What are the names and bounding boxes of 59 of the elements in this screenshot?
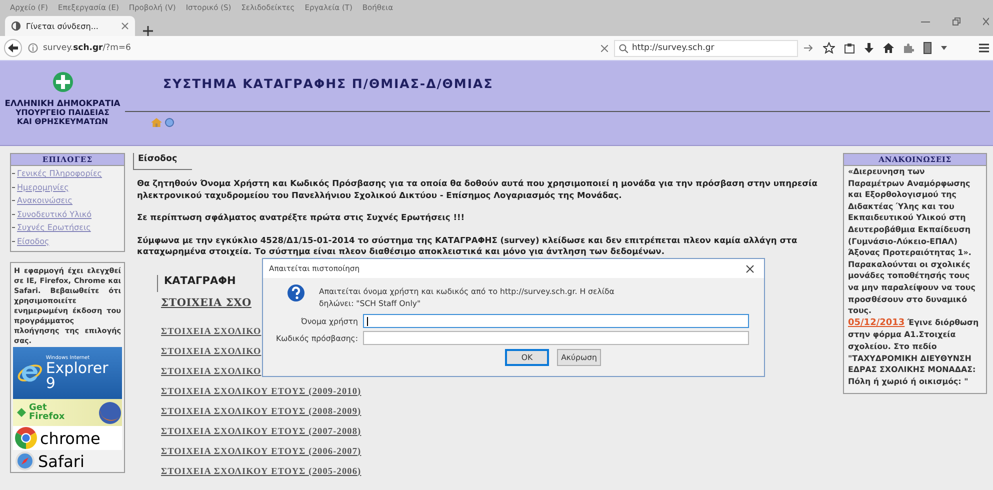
question-icon [287, 284, 305, 302]
clear-icon[interactable] [601, 44, 608, 52]
arrow-right-icon[interactable] [804, 44, 813, 52]
section-link[interactable]: ΣΤΟΙΧΕΙΑ ΣΧΟ [161, 296, 252, 308]
banner-text: Get [29, 404, 47, 412]
info-paragraph: Σε περίπτωση σφάλματος ανατρέξτε πρώτα στις Συχνές Ερωτήσεις !!! [137, 212, 466, 224]
back-icon[interactable] [4, 39, 22, 57]
globe-logo-icon [98, 400, 122, 424]
search-value: http://survey.sch.gr [632, 43, 716, 53]
info-paragraph: Θα ζητηθούν Όνομα Χρήστη και Κωδικός Πρόσβασης για τα οποία θα δοθούν αυτά που χρησιμοποιεί η μονάδα για την πρόσβαση στην υπηρεσία ηλεκτρονικού ταχυδρομείου του Πανελλήνιου Σχολικού Δικτύου - Επίσημος Λογαριασμός της Μονάδας. [137, 178, 818, 201]
chrome-logo-icon [15, 427, 37, 449]
globe-icon[interactable] [165, 118, 174, 127]
emblem-icon [52, 71, 74, 93]
browser-banner[interactable]: chrome [13, 426, 122, 450]
banner-text: Safari [38, 452, 84, 470]
year-link[interactable]: ΣΤΟΙΧΕΙΑ ΣΧΟΛΙΚΟΥ ΕΤΟΥΣ (2009-2010) [161, 386, 362, 396]
menu-icon[interactable] [979, 43, 989, 53]
year-link[interactable]: ΣΤΟΙΧΕΙΑ ΣΧΟΛΙΚΟΥ ΕΤΟΥΣ (2005-2006) [161, 466, 362, 476]
plus-icon[interactable] [143, 26, 153, 36]
banner-text: Explorer 9 [46, 360, 110, 390]
banner-text: chrome [40, 428, 100, 448]
logo-text: ΕΛΛΗΝΙΚΗ ΔΗΜΟΚΡΑΤΙΑ [4, 99, 120, 108]
info-icon[interactable] [28, 43, 38, 53]
page-heading: Είσοδος [133, 153, 192, 170]
browser-tab[interactable]: Γίνεται σύνδεση... [5, 16, 135, 36]
close-icon[interactable] [746, 264, 754, 272]
puzzle-icon[interactable] [903, 42, 914, 54]
gem-icon [17, 408, 26, 417]
close-icon[interactable] [121, 22, 129, 30]
compass-icon [15, 451, 35, 471]
bullet-dash [12, 240, 15, 242]
bullet-dash [12, 214, 15, 215]
section-heading: ΚΑΤΑΓΡΑΦΗ [157, 274, 248, 292]
restore-icon[interactable] [952, 16, 961, 26]
year-link[interactable]: ΣΤΟΙΧΕΙΑ ΣΧΟΛΙΚΟ [161, 346, 262, 356]
url-text: survey.sch.gr/?m=6 [43, 43, 132, 53]
site-title: ΣΥΣΤΗΜΑ ΚΑΤΑΓΡΑΦΗΣ Π/ΘΜΙΑΣ-Δ/ΘΜΙΑΣ [162, 75, 494, 93]
clipboard-icon[interactable] [844, 42, 855, 54]
text-field[interactable] [363, 314, 749, 328]
star-icon[interactable] [823, 42, 835, 54]
bullet-dash [12, 186, 15, 188]
year-link[interactable]: ΣΤΟΙΧΕΙΑ ΣΧΟΛΙΚΟΥ ΕΤΟΥΣ (2006-2007) [161, 446, 362, 456]
year-link[interactable]: ΣΤΟΙΧΕΙΑ ΣΧΟΛΙΚΟΥ ΕΤΟΥΣ (2008-2009) [161, 406, 362, 416]
year-link[interactable]: ΣΤΟΙΧΕΙΑ ΣΧΟΛΙΚΟ [161, 326, 262, 336]
address-bar[interactable]: survey.sch.gr/?m=6 [28, 39, 608, 57]
download-icon[interactable] [864, 42, 874, 54]
year-link[interactable]: ΣΤΟΙΧΕΙΑ ΣΧΟΛΙΚΟΥ ΕΤΟΥΣ (2007-2008) [161, 426, 362, 436]
info-paragraph: Σύμφωνα με την εγκύκλιο 4528/Δ1/15-01-2014 το σύστημα της ΚΑΤΑΓΡΑΦΗΣ (survey) κλείδωσε και δεν επιτρέπεται πλεον καμία αλλάγη στα καταχωρημένα στοιχεία. Το σύστημα είναι πλεον διαθέσιμο αποκλειστικά και μόνο για άντληση των δεδομένων. [137, 234, 798, 258]
search-field[interactable]: http://survey.sch.gr [614, 40, 798, 56]
dropdown-icon[interactable] [941, 46, 947, 50]
date-link[interactable]: 05/12/2013 [848, 318, 905, 328]
search-icon [619, 44, 628, 52]
banner-text: Firefox [29, 412, 66, 422]
loading-icon [11, 21, 21, 31]
home-icon[interactable] [883, 43, 894, 53]
tab-title: Γίνεται σύνδεση... [26, 22, 100, 30]
text-field[interactable] [363, 331, 749, 345]
browser-banner[interactable]: Safari [13, 450, 122, 472]
year-link[interactable]: ΣΤΟΙΧΕΙΑ ΣΧΟΛΙΚΟ [161, 366, 262, 376]
